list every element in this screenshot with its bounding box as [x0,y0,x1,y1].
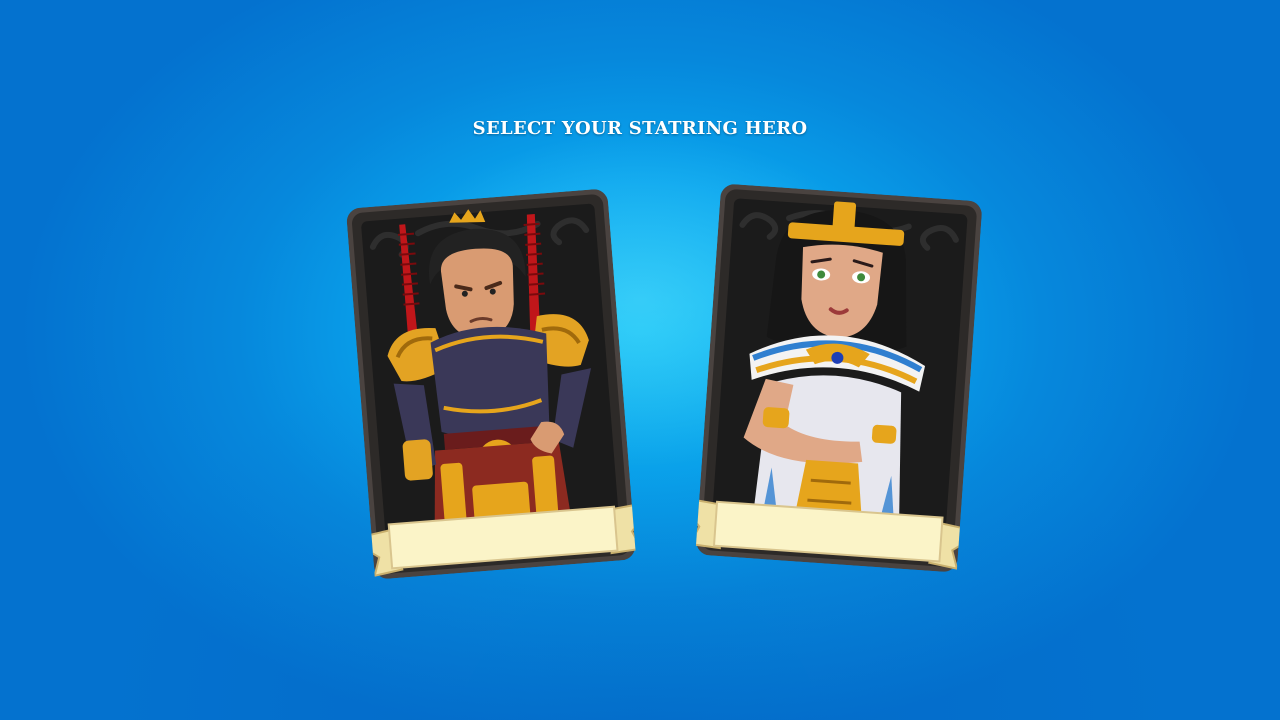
hero-card-art [695,184,983,572]
hero-card-art [346,189,637,579]
background-glow [0,0,1280,720]
page-title: SELECT YOUR STATRING HERO [472,118,808,139]
hero-card-queen[interactable] [695,183,983,572]
hero-card-warrior[interactable] [346,188,637,579]
